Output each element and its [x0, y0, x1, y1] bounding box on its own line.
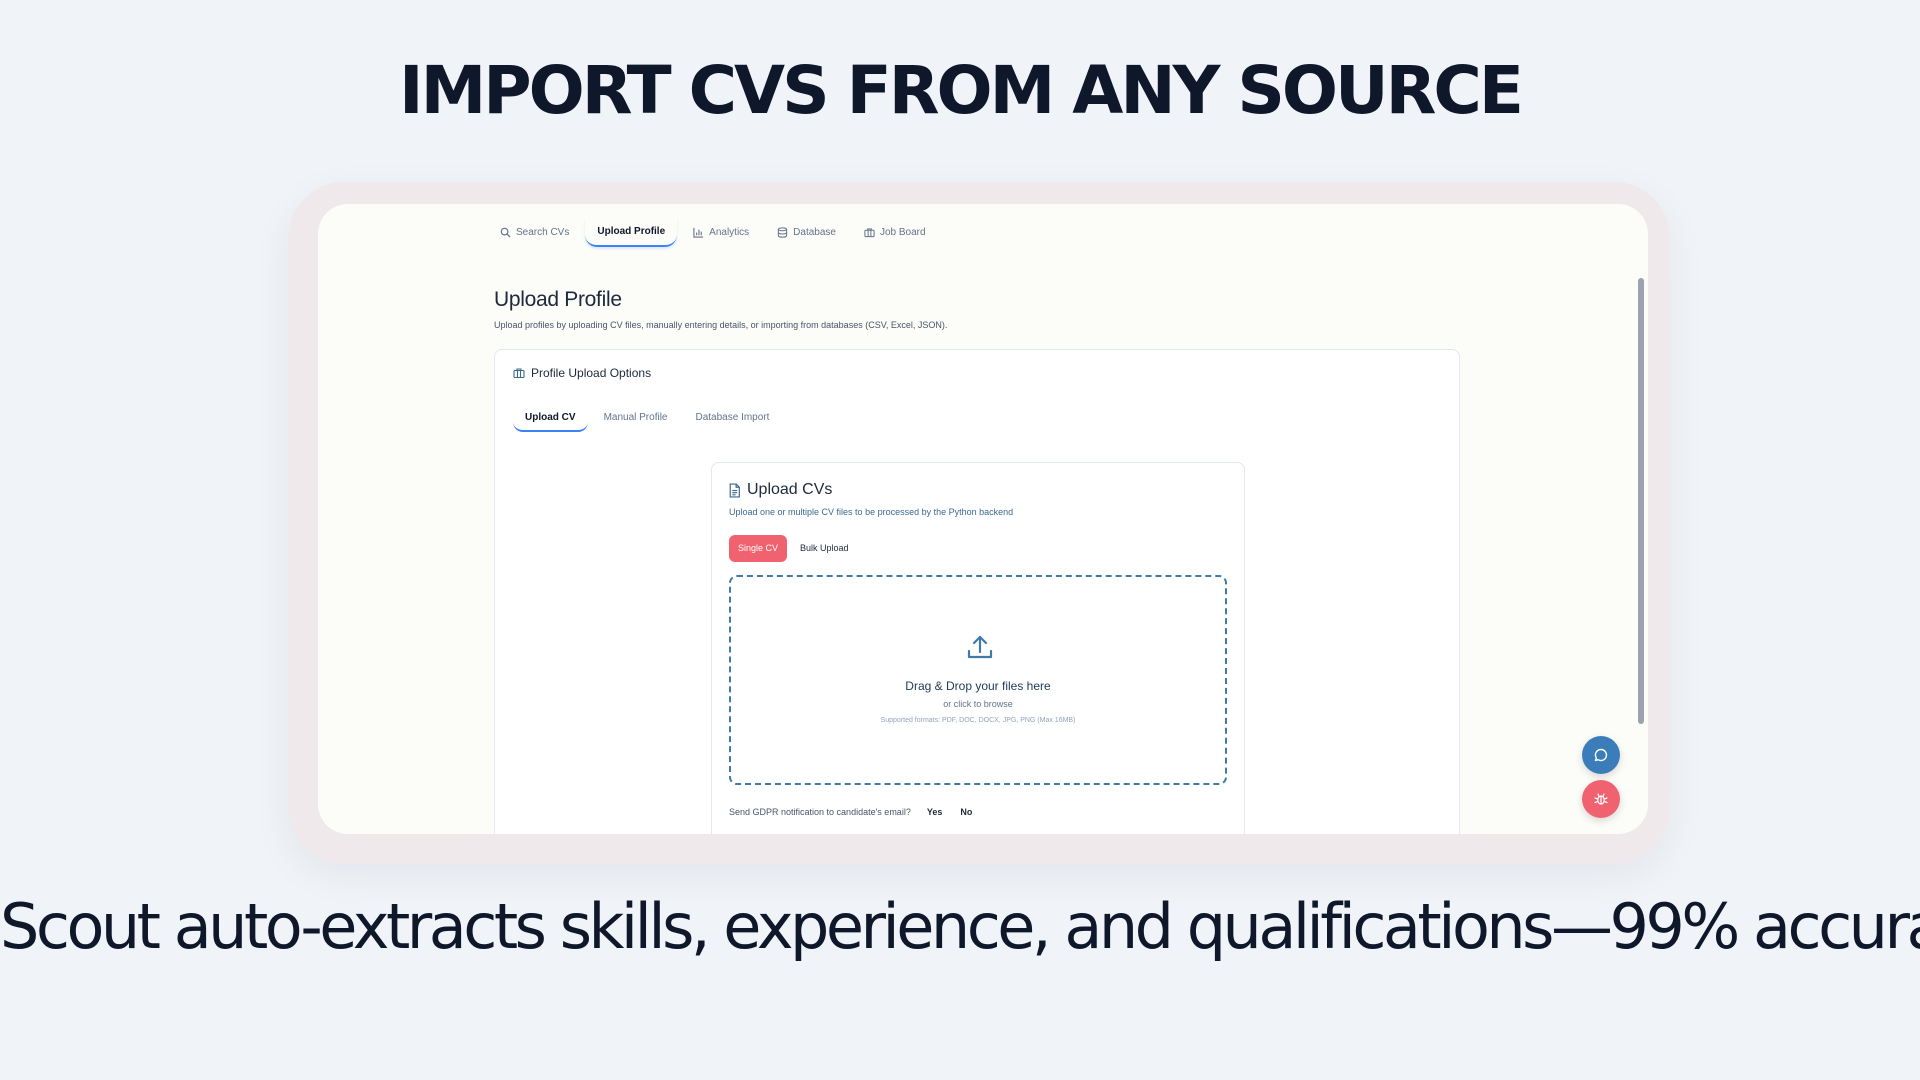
tab-analytics[interactable]: Analytics	[681, 217, 761, 247]
database-icon	[778, 226, 788, 238]
tab-label: Analytics	[709, 226, 750, 238]
gdpr-yes-option[interactable]: Yes	[927, 807, 943, 817]
headline: IMPORT CVS FROM ANY SOURCE	[399, 52, 1524, 129]
gdpr-no-option[interactable]: No	[960, 807, 972, 817]
app-screen: Search CVs Upload Profile Analytics Data…	[318, 204, 1648, 834]
tab-label: Search CVs	[516, 226, 570, 238]
single-bulk-toggle: Single CV Bulk Upload	[729, 535, 858, 562]
panel-subtitle: Upload one or multiple CV files to be pr…	[729, 507, 1014, 517]
gdpr-question: Send GDPR notification to candidate's em…	[729, 807, 911, 817]
tab-upload-cv[interactable]: Upload CV	[513, 406, 588, 432]
supported-formats: Supported formats: PDF, DOC, DOCX, JPG, …	[880, 717, 1076, 724]
document-icon	[729, 482, 740, 498]
bar-chart-icon	[693, 227, 704, 238]
card-header: Profile Upload Options	[513, 366, 651, 380]
bulk-upload-button[interactable]: Bulk Upload	[791, 535, 858, 562]
page-subtitle: Upload profiles by uploading CV files, m…	[494, 320, 948, 330]
tab-manual-profile[interactable]: Manual Profile	[592, 406, 680, 432]
tab-database[interactable]: Database	[765, 217, 848, 247]
dropzone-browse-hint: or click to browse	[943, 699, 1013, 709]
single-cv-button[interactable]: Single CV	[729, 535, 788, 562]
briefcase-icon	[864, 227, 875, 237]
tab-job-board[interactable]: Job Board	[852, 217, 938, 247]
gdpr-options: Yes No	[927, 807, 973, 817]
tab-upload-profile[interactable]: Upload Profile	[585, 217, 678, 247]
tab-database-import[interactable]: Database Import	[683, 406, 781, 432]
tab-label: Job Board	[879, 226, 926, 238]
chat-icon	[1594, 748, 1608, 762]
tab-label: Database	[793, 226, 836, 238]
search-icon	[500, 227, 511, 238]
bug-icon	[1594, 793, 1608, 805]
upload-mode-tabs: Upload CV Manual Profile Database Import	[513, 406, 781, 432]
panel-title: Upload CVs	[747, 481, 833, 498]
panel-header: Upload CVs	[728, 481, 832, 499]
tab-label: Upload Profile	[597, 225, 666, 237]
upload-options-card: Profile Upload Options Upload CV Manual …	[494, 349, 1460, 834]
dropzone-title: Drag & Drop your files here	[905, 679, 1051, 693]
briefcase-icon	[513, 368, 525, 379]
report-bug-button[interactable]	[1582, 780, 1620, 818]
file-dropzone[interactable]: Drag & Drop your files here or click to …	[729, 575, 1227, 785]
scrollbar[interactable]	[1638, 278, 1644, 724]
upload-icon	[967, 635, 993, 659]
chat-button[interactable]	[1582, 736, 1620, 774]
card-title: Profile Upload Options	[531, 366, 652, 380]
top-nav: Search CVs Upload Profile Analytics Data…	[488, 214, 938, 250]
tagline: Scout auto-extracts skills, experience, …	[0, 890, 1920, 963]
gdpr-row: Send GDPR notification to candidate's em…	[729, 807, 972, 817]
upload-cvs-panel: Upload CVs Upload one or multiple CV fil…	[711, 462, 1245, 834]
tab-search-cvs[interactable]: Search CVs	[488, 217, 581, 247]
page-title: Upload Profile	[494, 288, 622, 311]
